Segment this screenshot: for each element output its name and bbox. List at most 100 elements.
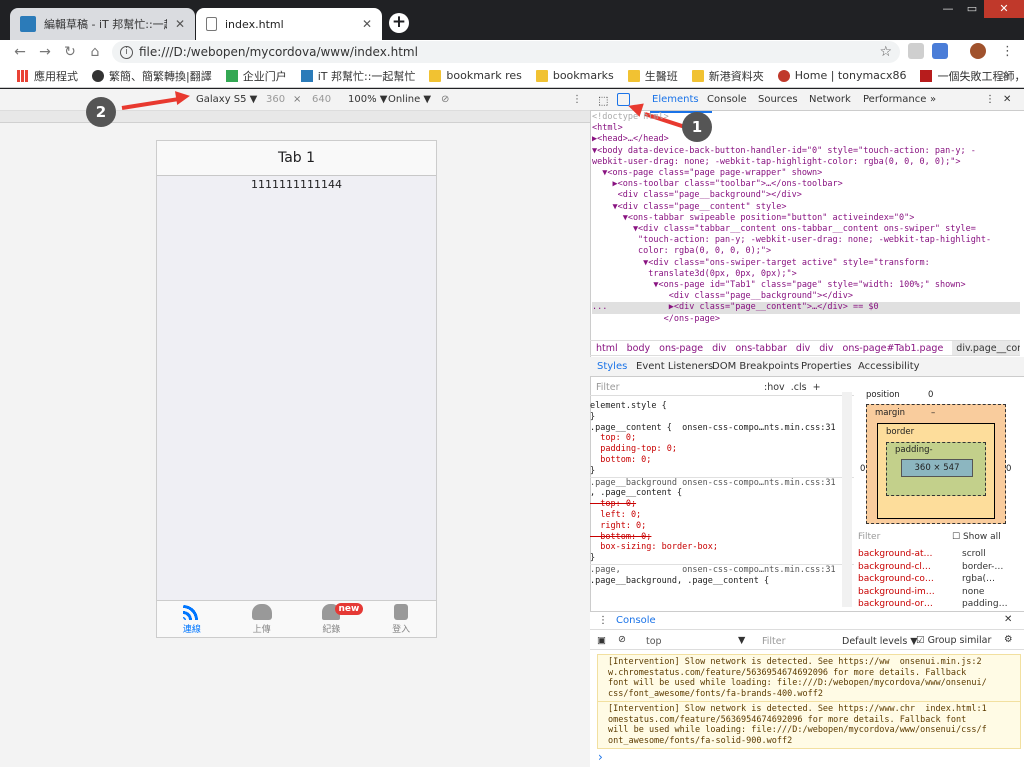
bookmark-folder[interactable]: 生醫班	[621, 68, 685, 84]
dom-line[interactable]: ▼<div class="tabbar__content ons-tabbar_…	[592, 224, 1020, 235]
maximize-button[interactable]: ▭	[960, 0, 984, 18]
styles-filter-input[interactable]: Filter	[596, 382, 620, 393]
bookmark-folder[interactable]: bookmarks	[529, 69, 621, 82]
width-input[interactable]: 360	[266, 94, 285, 105]
dom-line-selected[interactable]: ... ▶<div class="page__content">…</div> …	[592, 302, 1020, 314]
style-property[interactable]: top: 0;	[590, 433, 854, 444]
dom-line[interactable]: <html>	[592, 123, 1020, 134]
tab-sources[interactable]: Sources	[758, 94, 798, 105]
dom-line[interactable]: "touch-action: pan-y; -webkit-user-drag:…	[592, 235, 1020, 246]
console-prompt[interactable]: ›	[598, 750, 603, 764]
close-drawer-icon[interactable]: ✕	[1004, 614, 1012, 625]
tab-event-listeners[interactable]: Event Listeners	[636, 361, 713, 372]
style-property[interactable]: padding-top: 0;	[590, 444, 854, 455]
address-bar[interactable]: i file:///D:/webopen/mycordova/www/index…	[112, 41, 900, 63]
dom-line[interactable]: ▶<ons-toolbar class="toolbar">…</ons-too…	[592, 179, 1020, 190]
styles-scrollbar[interactable]	[842, 392, 852, 607]
profile-avatar[interactable]	[970, 43, 986, 59]
show-all-checkbox[interactable]: ☐ Show all	[952, 532, 1001, 542]
computed-row[interactable]: background-or… padding…	[858, 598, 1018, 611]
dom-tree[interactable]: <!doctype html> <html> ▶<head>…</head> ▼…	[592, 112, 1020, 332]
context-dropdown-icon[interactable]: ▼	[738, 635, 745, 646]
console-filter-input[interactable]: Filter	[762, 636, 786, 647]
back-arrow-icon[interactable]: ←	[10, 42, 30, 62]
tab-records[interactable]: 紀錄 new	[297, 601, 367, 637]
style-property[interactable]: left: 0;	[590, 510, 854, 521]
device-select[interactable]: Galaxy S5 ▼	[196, 94, 257, 105]
bookmark-apps[interactable]: 應用程式	[10, 68, 85, 84]
tab-login[interactable]: 登入	[366, 601, 436, 637]
bookmark-star-icon[interactable]: ☆	[879, 44, 892, 60]
breadcrumb-item[interactable]: ons-tabbar	[735, 341, 787, 355]
dom-line[interactable]: <!doctype html>	[592, 112, 1020, 123]
context-select[interactable]: top	[646, 636, 662, 647]
inspect-element-icon[interactable]: ⬚	[598, 94, 608, 107]
breadcrumb-item-selected[interactable]: div.page__content	[952, 341, 1020, 355]
extension-icon[interactable]	[908, 43, 924, 59]
drawer-menu-icon[interactable]: ⋮	[598, 615, 608, 626]
more-bookmarks-button[interactable]: »	[1002, 68, 1010, 83]
computed-row[interactable]: background-co… rgba(…	[858, 573, 1018, 586]
sidebar-toggle-icon[interactable]: ▣	[597, 635, 606, 646]
breadcrumb-item[interactable]: div	[796, 341, 810, 355]
new-tab-button[interactable]: +	[389, 13, 409, 33]
tab-styles[interactable]: Styles	[597, 361, 627, 372]
bookmark-item[interactable]: Home | tonymacx86	[771, 69, 914, 82]
home-icon[interactable]: ⌂	[85, 42, 105, 62]
style-property[interactable]: bottom: 0;	[590, 455, 854, 466]
computed-row[interactable]: background-im… none	[858, 586, 1018, 599]
menu-dots-icon[interactable]: ⋮	[1001, 44, 1014, 59]
dom-line[interactable]: ▼<ons-page id="Tab1" class="page" style=…	[592, 280, 1020, 291]
tab-accessibility[interactable]: Accessibility	[858, 361, 920, 372]
close-devtools-icon[interactable]: ✕	[1003, 94, 1011, 105]
group-similar-checkbox[interactable]: ☑ Group similar	[916, 635, 991, 646]
dom-line[interactable]: <div class="page__background"></div>	[592, 190, 1020, 201]
info-icon[interactable]: i	[120, 45, 133, 59]
breadcrumb-item[interactable]: ons-page#Tab1.page	[843, 341, 944, 355]
console-warning-message[interactable]: [Intervention] Slow network is detected.…	[597, 701, 1021, 749]
dom-line[interactable]: <div class="page__background"></div>	[592, 291, 1020, 302]
dom-line[interactable]: ▼<ons-page class="page page-wrapper" sho…	[592, 168, 1020, 179]
reload-icon[interactable]: ↻	[60, 42, 80, 62]
more-tabs-button[interactable]: »	[930, 94, 936, 105]
breadcrumb-item[interactable]: div	[819, 341, 833, 355]
dom-line[interactable]: color: rgba(0, 0, 0, 0);">	[592, 246, 1020, 257]
tab-console-drawer[interactable]: Console	[616, 615, 656, 626]
dom-line[interactable]: webkit-user-drag: none; -webkit-tap-high…	[592, 157, 1020, 168]
console-warning-message[interactable]: [Intervention] Slow network is detected.…	[597, 654, 1021, 702]
close-tab-icon[interactable]: ✕	[362, 17, 372, 31]
tab-upload[interactable]: 上傳	[227, 601, 297, 637]
network-select[interactable]: Online ▼	[388, 94, 431, 105]
tab-connect[interactable]: 連線	[157, 601, 227, 637]
bookmark-folder[interactable]: 新港資料夾	[685, 68, 771, 84]
tab-performance[interactable]: Performance	[863, 94, 926, 105]
styles-pane[interactable]: element.style { } .page__content { onsen…	[590, 401, 854, 631]
computed-filter-input[interactable]: Filter	[858, 532, 880, 542]
tab-console[interactable]: Console	[707, 94, 747, 105]
tab-network[interactable]: Network	[809, 94, 851, 105]
console-settings-icon[interactable]: ⚙	[1004, 634, 1013, 645]
dom-line[interactable]: ▼<div class="ons-swiper-target active" s…	[592, 258, 1020, 269]
style-property[interactable]: box-sizing: border-box;	[590, 542, 854, 553]
dom-line[interactable]: ▼<body data-device-back-button-handler-i…	[592, 146, 1020, 157]
more-options-icon[interactable]: ⋮	[572, 94, 582, 105]
tab-elements[interactable]: Elements	[652, 94, 699, 105]
translate-extension-icon[interactable]	[932, 43, 948, 59]
forward-arrow-icon[interactable]: →	[35, 42, 55, 62]
bookmark-item[interactable]: iT 邦幫忙::一起幫忙	[294, 68, 423, 84]
dom-line[interactable]: ▼<div class="page__content" style>	[592, 202, 1020, 213]
browser-tab-inactive[interactable]: 編輯草稿 - iT 邦幫忙::一起幫忙解 ✕	[10, 8, 195, 40]
breadcrumb-item[interactable]: div	[712, 341, 726, 355]
dom-line[interactable]: translate3d(0px, 0px, 0px);">	[592, 269, 1020, 280]
height-input[interactable]: 640	[312, 94, 331, 105]
bookmark-item[interactable]: 繁簡、簡繁轉換|翻譯	[85, 68, 219, 84]
dom-line[interactable]: </ons-page>	[592, 314, 1020, 325]
log-levels-select[interactable]: Default levels ▼	[842, 636, 918, 647]
close-tab-icon[interactable]: ✕	[175, 17, 185, 31]
computed-row[interactable]: background-cl… border-…	[858, 561, 1018, 574]
close-window-button[interactable]: ✕	[984, 0, 1024, 18]
browser-tab-active[interactable]: index.html ✕	[196, 8, 382, 40]
bookmark-item[interactable]: 企业门户	[219, 68, 294, 84]
bookmark-folder[interactable]: bookmark res	[422, 69, 528, 82]
breadcrumb-item[interactable]: ons-page	[659, 341, 703, 355]
